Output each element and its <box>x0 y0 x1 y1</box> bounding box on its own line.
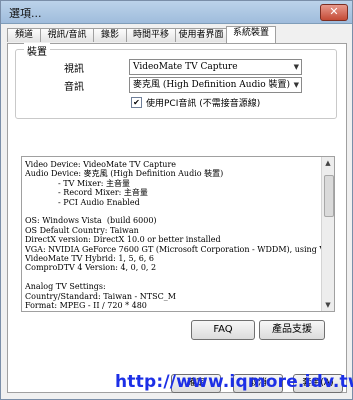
title-bar: 選項... ✕ <box>1 1 352 24</box>
info-line: Quality: VBR = 6400 kbps / ABR = 224 kbp… <box>25 311 321 312</box>
system-info-text: Video Device: VideoMate TV Capture Audio … <box>25 160 321 312</box>
tab-video-audio[interactable]: 視訊/音訊 <box>40 28 94 42</box>
tab-strip: 頻道 視訊/音訊 錄影 時間平移 使用者界面 系統裝置 <box>7 26 347 43</box>
device-group-label: 裝置 <box>24 43 50 58</box>
info-line: - TV Mixer: 主音量 <box>25 178 131 188</box>
product-support-button[interactable]: 產品支援 <box>259 320 325 340</box>
scroll-down-icon[interactable]: ▼ <box>323 300 333 310</box>
tab-system-devices[interactable]: 系統裝置 <box>226 26 276 43</box>
info-line: Format: MPEG - II / 720 * 480 <box>25 301 147 311</box>
tab-user-interface[interactable]: 使用者界面 <box>175 28 227 42</box>
options-dialog: 選項... ✕ 頻道 視訊/音訊 錄影 時間平移 使用者界面 系統裝置 裝置 視… <box>0 0 353 400</box>
audio-label: 音訊 <box>64 82 84 93</box>
info-line: DirectX version: DirectX 10.0 or better … <box>25 235 221 245</box>
window-title: 選項... <box>9 7 42 20</box>
video-label: 視訊 <box>64 64 84 75</box>
scroll-thumb[interactable] <box>324 175 334 217</box>
info-line: Video Device: VideoMate TV Capture <box>25 160 177 169</box>
info-line: - PCI Audio Enabled <box>25 197 140 207</box>
tab-time-shift[interactable]: 時間平移 <box>126 28 176 42</box>
tab-channels[interactable]: 頻道 <box>7 28 41 42</box>
device-group: 裝置 視訊 VideoMate TV Capture ▼ 音訊 麥克風 (Hig… <box>15 43 337 119</box>
audio-device-select[interactable]: 麥克風 (High Definition Audio 裝置) ▼ <box>129 77 302 93</box>
video-device-value: VideoMate TV Capture <box>133 62 238 72</box>
info-line: VideoMate TV Hybrid: 1, 5, 6, 6 <box>25 254 154 264</box>
audio-device-value: 麥克風 (High Definition Audio 裝置) <box>133 80 291 90</box>
info-line <box>25 207 321 216</box>
info-line: - Record Mixer: 主音量 <box>25 188 148 198</box>
info-line: VGA: NVIDIA GeForce 7600 GT (Microsoft C… <box>25 244 321 254</box>
watermark-url: http://www.iqmore.idv.tw <box>115 372 353 392</box>
chevron-down-icon: ▼ <box>293 81 299 89</box>
video-device-select[interactable]: VideoMate TV Capture ▼ <box>129 59 302 75</box>
system-info-textbox[interactable]: Video Device: VideoMate TV Capture Audio … <box>21 156 335 312</box>
info-line <box>25 273 321 282</box>
pci-audio-label: 使用PCI音訊 (不需接音源線) <box>146 99 261 109</box>
info-line: Analog TV Settings: <box>25 282 106 292</box>
info-line: OS: Windows Vista (build 6000) <box>25 216 157 226</box>
scroll-up-icon[interactable]: ▲ <box>323 158 333 168</box>
vertical-scrollbar[interactable]: ▲ ▼ <box>321 157 334 311</box>
chevron-down-icon: ▼ <box>293 63 299 71</box>
pci-audio-checkbox[interactable]: ✔ <box>131 97 142 108</box>
info-line: Audio Device: 麥克風 (High Definition Audio… <box>25 169 224 179</box>
tab-recording[interactable]: 錄影 <box>93 28 127 42</box>
info-line: Country/Standard: Taiwan - NTSC_M <box>25 291 176 301</box>
info-line: OS Default Country: Taiwan <box>25 225 139 235</box>
info-line: ComproDTV 4 Version: 4, 0, 0, 2 <box>25 263 157 273</box>
faq-button[interactable]: FAQ <box>191 320 255 340</box>
close-button[interactable]: ✕ <box>320 4 348 21</box>
